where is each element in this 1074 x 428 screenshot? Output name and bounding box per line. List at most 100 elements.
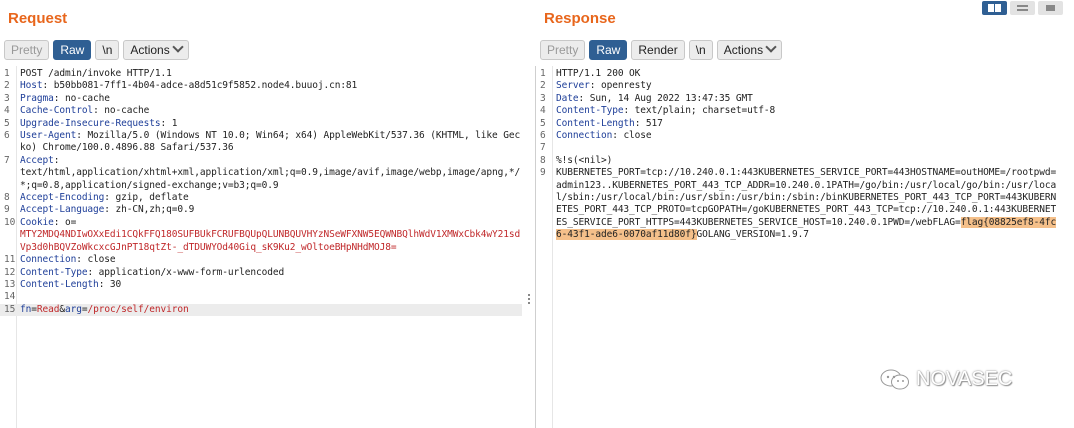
header-value: : Sun, 14 Aug 2022 13:47:35 GMT xyxy=(578,92,753,104)
code-line: 7 xyxy=(536,142,1060,154)
header-name: Server xyxy=(556,80,590,92)
request-pane: Request Pretty Raw \n Actions 1 POST /adm… xyxy=(0,0,536,428)
line-number: 5 xyxy=(540,117,546,129)
header-value: : 30 xyxy=(98,278,122,290)
code-line: 1 POST /admin/invoke HTTP/1.1 xyxy=(0,68,522,80)
header-name: Content-Length xyxy=(556,117,635,129)
line-text: POST /admin/invoke HTTP/1.1 xyxy=(20,68,172,79)
line-number: 5 xyxy=(4,117,10,129)
line-number: 6 xyxy=(540,130,546,142)
header-name: Pragma xyxy=(20,92,54,104)
code-line: 5 Content-Length: 517 xyxy=(536,118,1060,130)
code-line: 4 Cache-Control: no-cache xyxy=(0,105,522,117)
code-line: 8 Accept-Encoding: gzip, deflate xyxy=(0,192,522,204)
code-line: 13 Content-Length: 30 xyxy=(0,279,522,291)
header-name: Cookie xyxy=(20,216,54,228)
watermark: NOVASEC xyxy=(880,368,1012,391)
code-line: 6 User-Agent: Mozilla/5.0 (Windows NT 10.… xyxy=(0,130,522,155)
header-name: Connection xyxy=(556,130,613,142)
line-number: 4 xyxy=(540,105,546,117)
code-line: 12 Content-Type: application/x-www-form-u… xyxy=(0,267,522,279)
code-line: 9 Accept-Language: zh-CN,zh;q=0.9 xyxy=(0,204,522,216)
header-value: : o= xyxy=(53,216,77,228)
line-number: 3 xyxy=(540,92,546,104)
line-number: 1 xyxy=(540,68,546,79)
code-line: 3 Date: Sun, 14 Aug 2022 13:47:35 GMT xyxy=(536,93,1060,105)
actions-label: Actions xyxy=(723,43,764,57)
actions-label: Actions xyxy=(130,43,170,57)
actions-dropdown[interactable]: Actions xyxy=(123,40,189,60)
line-number: 10 xyxy=(4,216,16,228)
header-value: : no-cache xyxy=(93,105,150,117)
line-number: 7 xyxy=(4,154,10,166)
header-value: : Mozilla/5.0 (Windows NT 10.0; Win64; x… xyxy=(20,130,521,154)
header-name: Cache-Control xyxy=(20,105,94,117)
line-number: 2 xyxy=(540,80,546,92)
code-line: 10 Cookie: o= xyxy=(0,217,522,229)
header-name: Content-Type xyxy=(556,105,624,117)
pane-resize-handle[interactable] xyxy=(527,292,531,306)
line-number: 1 xyxy=(4,68,10,79)
line-number: 12 xyxy=(4,266,16,278)
request-title: Request xyxy=(8,10,68,27)
chevron-down-icon xyxy=(765,41,777,53)
param-name: fn xyxy=(20,303,32,315)
line-number: 14 xyxy=(4,291,16,303)
header-value: : gzip, deflate xyxy=(104,192,189,204)
header-name: Host xyxy=(20,80,43,92)
tab-raw[interactable]: Raw xyxy=(53,40,92,60)
header-value: : application/x-www-form-urlencoded xyxy=(87,266,285,278)
line-number: 9 xyxy=(540,167,546,179)
code-line: 5 Upgrade-Insecure-Requests: 1 xyxy=(0,118,522,130)
line-number: 8 xyxy=(540,154,546,166)
response-pane: Response Pretty Raw Render \n Actions 1H… xyxy=(536,0,1074,428)
code-line: 8 %!s(<nil>) xyxy=(536,155,1060,167)
tab-pretty[interactable]: Pretty xyxy=(4,40,50,60)
header-value: : no-cache xyxy=(53,92,110,104)
line-number: 9 xyxy=(4,204,10,216)
header-value: : zh-CN,zh;q=0.9 xyxy=(104,204,195,216)
line-text: HTTP/1.1 200 OK xyxy=(556,68,641,79)
line-text: text/html,application/xhtml+xml,applicat… xyxy=(20,167,521,191)
header-name: Upgrade-Insecure-Requests xyxy=(20,117,161,129)
header-value: : close xyxy=(612,130,652,142)
line-number: 2 xyxy=(4,80,10,92)
request-editor[interactable]: 1 POST /admin/invoke HTTP/1.1 2 Host: b50bb… xyxy=(0,68,522,317)
code-line: 9 KUBERNETES_PORT=tcp://10.240.0.1:443KUB… xyxy=(536,167,1060,241)
header-name: Accept-Language xyxy=(20,204,105,216)
header-value: : 1 xyxy=(160,117,178,129)
param-value: /proc/self/environ xyxy=(87,303,189,315)
header-name: Date xyxy=(556,92,579,104)
tab-render[interactable]: Render xyxy=(631,40,685,60)
tab-raw[interactable]: Raw xyxy=(589,40,628,60)
actions-dropdown[interactable]: Actions xyxy=(716,40,783,60)
line-number: 11 xyxy=(4,254,16,266)
tab-newline-toggle[interactable]: \n xyxy=(688,40,713,60)
line-text: %!s(<nil>) xyxy=(556,154,613,166)
code-line: 3 Pragma: no-cache xyxy=(0,93,522,105)
header-name: Connection xyxy=(20,254,77,266)
header-name: Accept-Encoding xyxy=(20,192,105,204)
code-line: MTY2MDQ4NDIwOXxEdi1CQkFFQ180SUFBUkFCRUFB… xyxy=(0,229,522,254)
response-editor[interactable]: 1 HTTP/1.1 200 OK 2 Server: openresty 3 Date:… xyxy=(536,68,1060,242)
header-name: Content-Type xyxy=(20,266,88,278)
line-number: 4 xyxy=(4,105,10,117)
header-name: User-Agent xyxy=(20,130,77,142)
code-line: 1 HTTP/1.1 200 OK xyxy=(536,68,1060,80)
header-value: : close xyxy=(76,254,116,266)
header-value: : 517 xyxy=(634,117,663,129)
code-line: 11 Connection: close xyxy=(0,254,522,266)
header-name: Content-Length xyxy=(20,278,99,290)
tab-newline-toggle[interactable]: \n xyxy=(95,40,120,60)
response-toolbar: Pretty Raw Render \n Actions xyxy=(540,40,783,60)
line-number: 13 xyxy=(4,278,16,290)
response-title: Response xyxy=(544,10,616,27)
env-text: GOLANG_VERSION=1.9.7 xyxy=(696,229,809,241)
line-number: 15 xyxy=(4,303,16,315)
code-line: 2 Server: openresty xyxy=(536,80,1060,92)
request-toolbar: Pretty Raw \n Actions xyxy=(4,40,189,60)
line-number: 3 xyxy=(4,92,10,104)
param-value: Read xyxy=(36,303,60,315)
line-number: 7 xyxy=(540,142,546,154)
tab-pretty[interactable]: Pretty xyxy=(540,40,586,60)
